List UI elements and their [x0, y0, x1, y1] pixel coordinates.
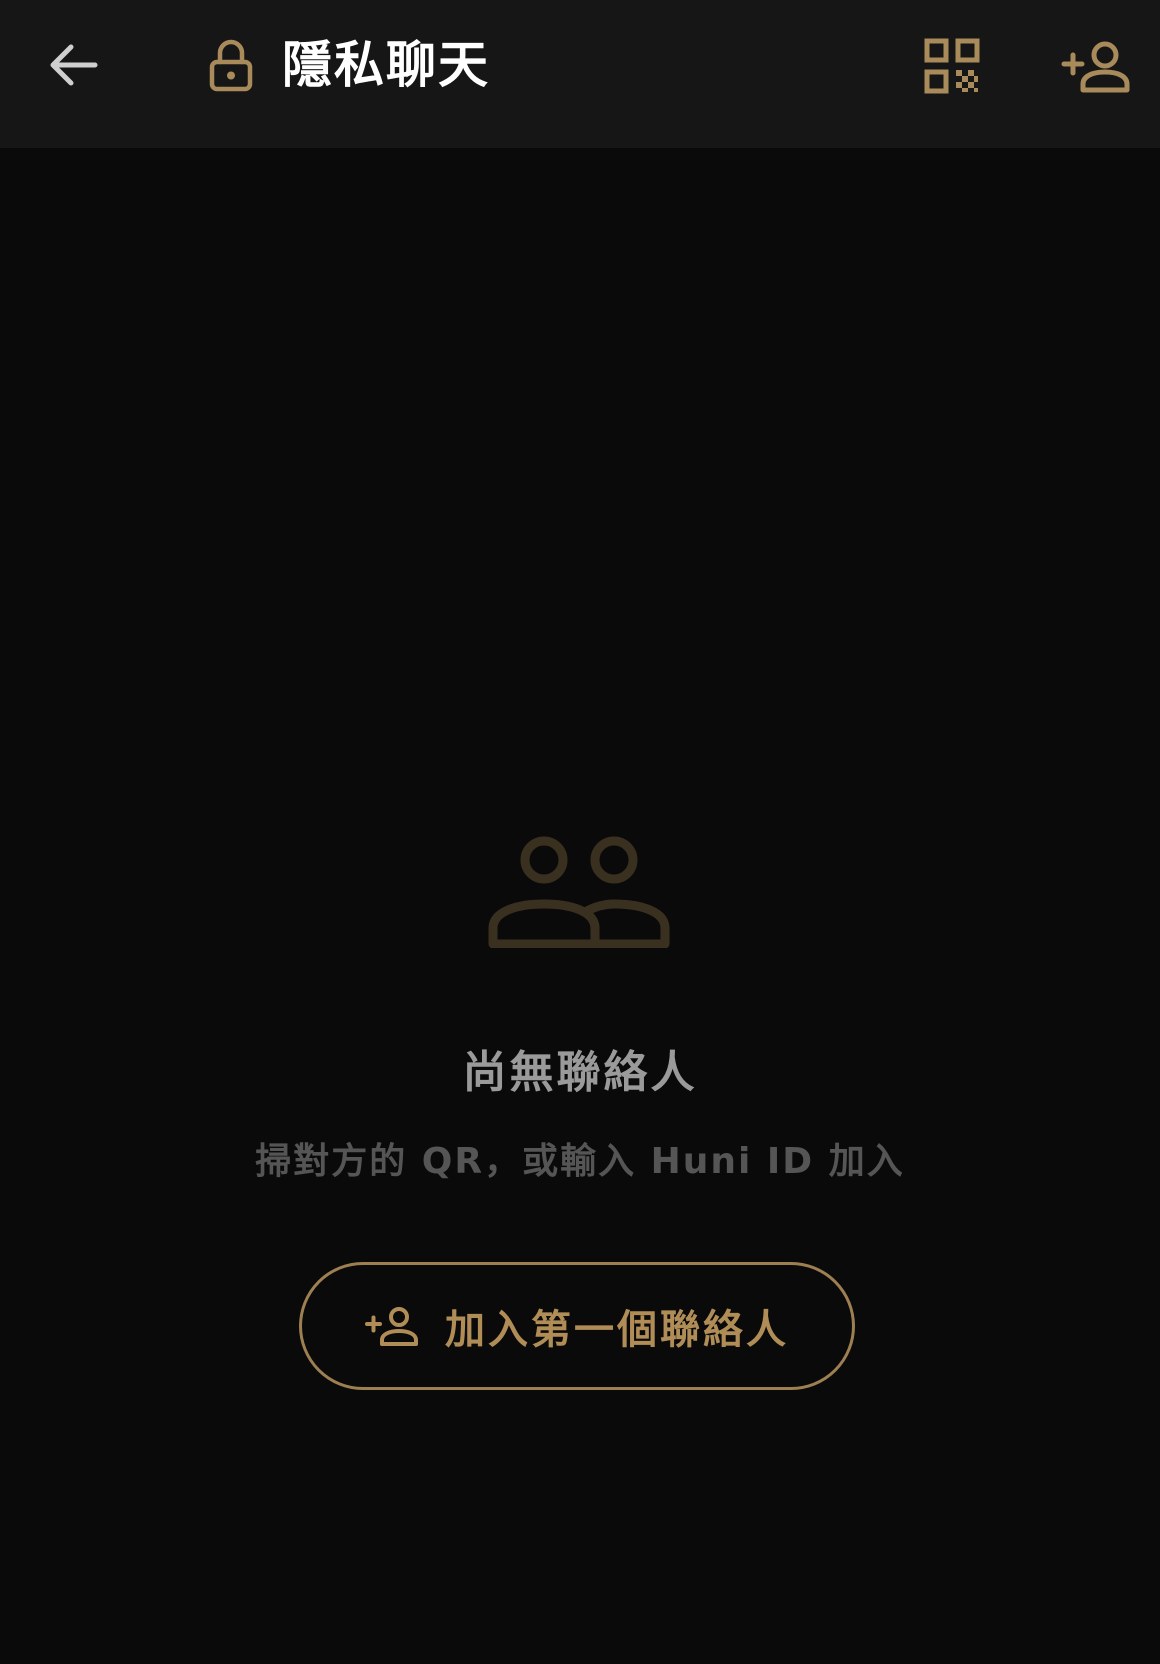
lock-icon [209, 39, 253, 92]
add-first-contact-label: 加入第一個聯絡人 [445, 1307, 789, 1353]
person-add-icon [1061, 41, 1130, 93]
add-contact-button[interactable] [1054, 26, 1138, 106]
empty-state-subtitle: 掃對方的 QR，或輸入 Huni ID 加入 [255, 1141, 905, 1182]
back-button[interactable] [36, 28, 110, 102]
qr-code-icon [924, 38, 980, 94]
top-bar: 隱私聊天 [0, 0, 1160, 148]
app-screen: 隱私聊天 尚無聯絡人 掃對方的 QR，或輸入 Huni ID 加入 加入第一個聯… [0, 0, 1160, 1664]
page-title: 隱私聊天 [282, 36, 490, 94]
add-first-contact-button[interactable]: 加入第一個聯絡人 [299, 1262, 855, 1390]
arrow-left-icon [50, 44, 98, 86]
empty-state-title: 尚無聯絡人 [462, 1047, 698, 1098]
person-add-icon [365, 1307, 418, 1346]
qr-code-button[interactable] [916, 30, 988, 102]
contacts-icon [488, 836, 670, 948]
